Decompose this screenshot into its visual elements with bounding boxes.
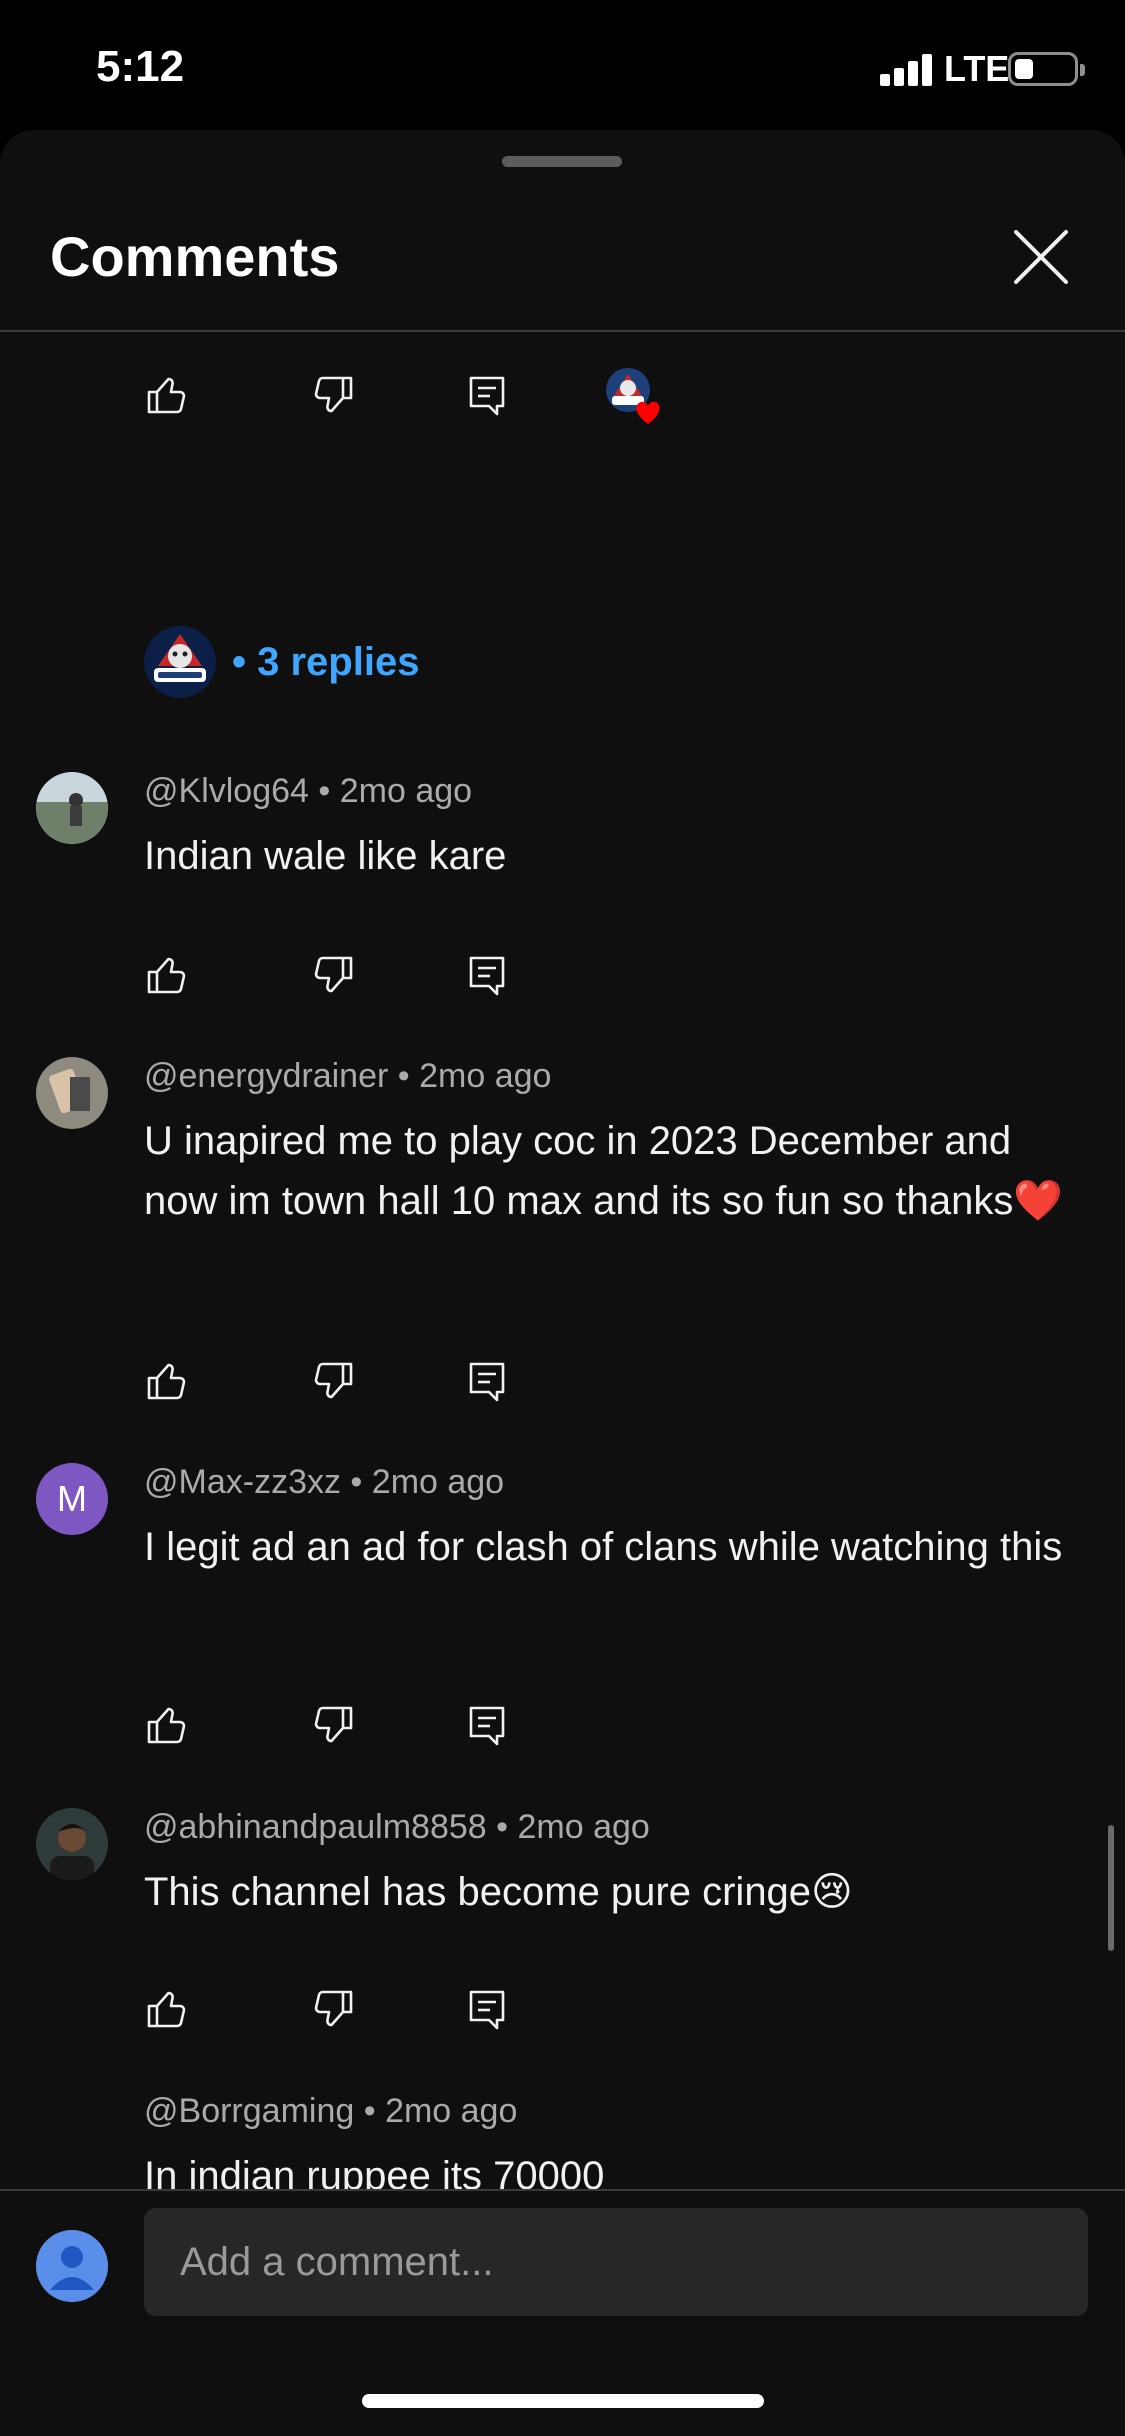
creator-avatar [144,626,216,698]
comment-icon [469,956,505,996]
thumbs-down-icon [314,956,353,993]
home-indicator [362,2394,764,2408]
like-button[interactable] [144,952,190,998]
creator-heart-badge [604,366,666,428]
status-bar: 5:12 LTE [0,0,1125,130]
user-avatar [36,2230,108,2302]
signal-icon [880,52,936,86]
comment-icon [469,1362,505,1402]
like-button[interactable] [144,1986,190,2032]
dislike-button[interactable] [310,372,356,418]
comment-author[interactable]: @Klvlog64 [144,772,309,810]
dislike-button[interactable] [310,952,356,998]
scrollbar[interactable] [1108,1825,1114,1951]
network-label: LTE [944,48,1010,89]
comment-age: 2mo ago [385,2092,518,2130]
thumbs-down-icon [314,1990,353,2027]
comments-sheet: Comments • 3 replies @Klvlog64 • 2mo ago… [0,130,1125,2436]
sheet-title: Comments [50,225,340,288]
comment-author[interactable]: @Max-zz3xz [144,1463,341,1501]
thumbs-up-icon [147,957,186,994]
like-button[interactable] [144,1358,190,1404]
thumbs-up-icon [147,1991,186,2028]
comment-icon [469,1706,505,1746]
add-comment-input[interactable] [144,2208,1088,2316]
comment-age: 2mo ago [371,1463,505,1501]
thumbs-up-icon [147,1707,186,1744]
comments-list[interactable]: • 3 replies @Klvlog64 • 2mo ago Indian w… [0,332,1125,2189]
comment-meta: @Borrgaming • 2mo ago [144,2092,518,2130]
comment-author[interactable]: @energydrainer [144,1057,388,1095]
dislike-button[interactable] [310,1358,356,1404]
reply-button[interactable] [464,952,510,998]
like-button[interactable] [144,1702,190,1748]
reply-button[interactable] [464,372,510,418]
comment-meta: @Max-zz3xz • 2mo ago [144,1463,505,1501]
close-icon [1014,230,1068,284]
comment-age: 2mo ago [419,1057,552,1095]
comment-icon [469,376,505,416]
thumbs-down-icon [314,1362,353,1399]
thumbs-down-icon [314,1706,353,1743]
sheet-drag-handle[interactable] [502,156,622,167]
avatar[interactable]: M [36,1463,108,1535]
reply-button[interactable] [464,1702,510,1748]
thumbs-up-icon [147,1363,186,1400]
comment-text: I legit ad an ad for clash of clans whil… [144,1525,1063,1569]
reply-button[interactable] [464,1986,510,2032]
reply-button[interactable] [464,1358,510,1404]
comment-text: Indian wale like kare [144,834,507,878]
comment-text: U inapired me to play coc in 2023 Decemb… [144,1119,1064,1223]
comment-actions [144,1986,704,2046]
comment-text: In indian ruppee its 70000 [144,2154,605,2189]
dislike-button[interactable] [310,1986,356,2032]
close-button[interactable] [1010,226,1072,288]
composer-divider [0,2189,1125,2191]
user-icon [36,2230,108,2302]
comment-actions [144,1358,704,1418]
comment-actions [144,952,704,1012]
comment-text: This channel has become pure cringe😢 [144,1870,853,1914]
avatar[interactable] [36,1057,108,1129]
comment-meta: @Klvlog64 • 2mo ago [144,772,473,810]
comment-icon [469,1990,505,2030]
creator-avatar-heart-icon [606,368,660,424]
comment-age: 2mo ago [517,1808,650,1846]
comment-author[interactable]: @abhinandpaulm8858 [144,1808,487,1846]
avatar[interactable] [36,772,108,844]
dislike-button[interactable] [310,1702,356,1748]
comment-meta: @abhinandpaulm8858 • 2mo ago [144,1808,650,1846]
comment-age: 2mo ago [339,772,473,810]
view-replies-button[interactable]: • 3 replies [144,624,419,700]
comment-meta: @energydrainer • 2mo ago [144,1057,552,1095]
status-time: 5:12 [96,42,185,91]
comment-actions [144,368,704,432]
comment-actions [144,1702,704,1762]
battery-icon [1008,52,1085,86]
like-button[interactable] [144,372,190,418]
avatar[interactable] [36,1808,108,1880]
thumbs-down-icon [314,376,353,413]
thumbs-up-icon [147,377,186,414]
replies-count-label: • 3 replies [232,639,420,684]
comment-author[interactable]: @Borrgaming [144,2092,354,2130]
